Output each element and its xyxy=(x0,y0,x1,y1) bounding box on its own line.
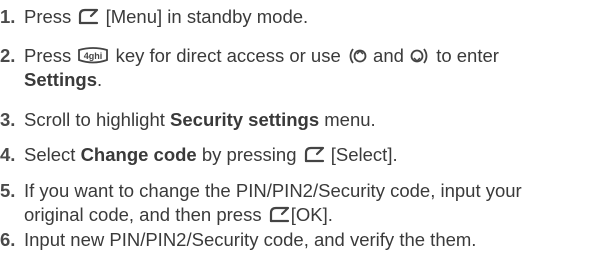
step-continuation: Settings. xyxy=(0,68,605,92)
step-continuation: original code, and then press [OK]. xyxy=(0,203,605,227)
step-text: Select xyxy=(24,144,76,165)
step-text: [OK]. xyxy=(290,204,333,225)
step-6: 6. Input new PIN/PIN2/Security code, and … xyxy=(0,228,605,252)
step-1: 1. Press [Menu] in standby mode. xyxy=(0,5,605,29)
step-number: 6. xyxy=(0,229,16,250)
step-text: key for direct access or use xyxy=(115,45,341,66)
step-text: and xyxy=(373,45,404,66)
step-number: 2. xyxy=(0,45,16,66)
key-4-icon: 4ghi xyxy=(76,46,110,66)
step-3: 3. Scroll to highlight Security settings … xyxy=(0,108,605,132)
svg-text:4ghi: 4ghi xyxy=(84,51,103,61)
nav-down-key-icon xyxy=(409,46,431,66)
soft-left-key-icon xyxy=(76,7,100,27)
step-text: Input new PIN/PIN2/Security code, and ve… xyxy=(24,229,477,250)
step-number: 5. xyxy=(0,180,16,201)
step-text: Scroll to highlight xyxy=(24,109,165,130)
step-text: [Menu] in standby mode. xyxy=(105,6,309,27)
step-text: original code, and then press xyxy=(24,204,262,225)
step-4: 4. Select Change code by pressing [Select… xyxy=(0,143,605,167)
step-5: 5. If you want to change the PIN/PIN2/Sec… xyxy=(0,179,605,227)
nav-up-key-icon xyxy=(346,46,368,66)
step-text: Press xyxy=(24,45,72,66)
soft-left-key-icon xyxy=(267,205,291,225)
instruction-steps: 1. Press [Menu] in standby mode. 2. Press … xyxy=(0,0,611,253)
step-text: menu. xyxy=(324,109,376,130)
soft-left-key-icon xyxy=(302,145,326,165)
step-text: by pressing xyxy=(201,144,297,165)
menu-name: Security settings xyxy=(170,109,320,130)
menu-name: Settings xyxy=(24,69,97,90)
step-text: to enter xyxy=(436,45,499,66)
step-2: 2. Press 4ghi key for direct access or us… xyxy=(0,44,605,92)
step-number: 1. xyxy=(0,6,16,27)
step-number: 3. xyxy=(0,109,16,130)
step-number: 4. xyxy=(0,144,16,165)
menu-name: Change code xyxy=(80,144,197,165)
step-text: . xyxy=(96,69,103,90)
step-text: Press xyxy=(24,6,72,27)
step-text: If you want to change the PIN/PIN2/Secur… xyxy=(24,180,522,201)
step-text: [Select]. xyxy=(330,144,398,165)
